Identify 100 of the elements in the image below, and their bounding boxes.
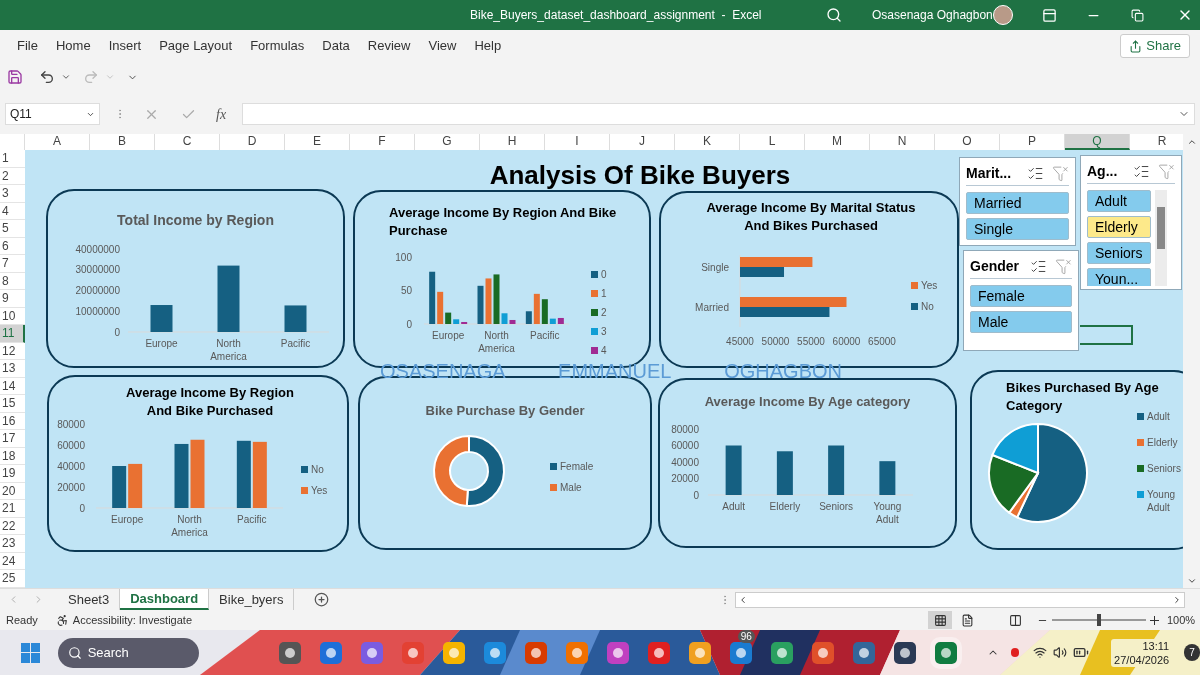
- scrollbar[interactable]: [1155, 190, 1167, 286]
- multi-select-icon[interactable]: [1133, 163, 1150, 180]
- horizontal-scrollbar[interactable]: [735, 591, 1186, 608]
- search-field[interactable]: Search: [57, 637, 199, 668]
- bar: [128, 463, 143, 508]
- legend-label: Male: [560, 481, 582, 494]
- ribbon-tab[interactable]: File: [8, 32, 47, 60]
- slicer-item[interactable]: Elderly: [1087, 216, 1151, 238]
- status-text: Ready: [6, 612, 38, 628]
- accessibility-status[interactable]: Accessibility: Investigate: [72, 611, 192, 629]
- multi-select-icon[interactable]: [1027, 165, 1044, 182]
- sheet-tab[interactable]: Dashboard: [120, 589, 210, 610]
- ribbon-tab[interactable]: Page Layout: [150, 32, 242, 60]
- slicer-item[interactable]: Single: [966, 218, 1069, 240]
- axis-tick-label: 20000: [671, 473, 699, 484]
- ribbon-tab[interactable]: Help: [465, 32, 511, 60]
- share-icon: [1129, 39, 1143, 53]
- legend-label: 3: [601, 325, 607, 338]
- axis-tick-label: 0: [114, 326, 120, 338]
- axis-tick-label: 10000000: [75, 305, 120, 317]
- row-header[interactable]: 11: [0, 325, 25, 343]
- wifi-icon[interactable]: [1033, 645, 1048, 660]
- ribbon-tab[interactable]: Formulas: [241, 32, 314, 60]
- axis-tick-label: 60000: [671, 440, 699, 451]
- ribbon-tab[interactable]: View: [419, 32, 466, 60]
- category-label: Elderly: [769, 501, 801, 512]
- category-label: Adult: [722, 501, 745, 512]
- zoom-level[interactable]: 100%: [1167, 611, 1196, 629]
- column-header[interactable]: Q: [1065, 134, 1130, 150]
- legend-label: Adult: [1147, 410, 1171, 423]
- user-name[interactable]: Osasenaga Oghagbon: [872, 6, 993, 24]
- slicer-title: Marit...: [966, 164, 1012, 183]
- bar: [190, 439, 205, 508]
- save-icon[interactable]: [7, 69, 23, 85]
- ribbon-tab[interactable]: Home: [46, 32, 100, 60]
- ribbon-tab[interactable]: Insert: [99, 32, 151, 60]
- axis-tick-label: 80000: [57, 418, 85, 430]
- add-sheet-icon[interactable]: [314, 592, 330, 607]
- insert-function-button[interactable]: fx: [216, 103, 227, 125]
- ribbon-display-icon[interactable]: [1042, 7, 1057, 23]
- name-box[interactable]: Q11: [5, 103, 100, 125]
- legend-label: Young Adult: [1147, 488, 1176, 514]
- zoom-slider-thumb[interactable]: [1097, 614, 1101, 626]
- bar: [252, 441, 267, 508]
- axis-tick-label: 0: [79, 502, 85, 514]
- bar: [236, 440, 251, 508]
- axis-tick-label: 20000: [57, 481, 85, 493]
- slicer-item[interactable]: Male: [970, 311, 1072, 333]
- normal-view-button[interactable]: [928, 611, 952, 629]
- slicer-item[interactable]: Female: [970, 285, 1072, 307]
- chart-title: Bikes Purchased By Age Category: [1006, 379, 1159, 413]
- accessibility-icon[interactable]: [55, 613, 69, 627]
- axis-tick-label: 55000: [797, 336, 825, 347]
- chart-title: Bike Purchase By Gender: [424, 402, 586, 420]
- multi-select-icon[interactable]: [1030, 258, 1047, 275]
- scroll-down-icon[interactable]: [1186, 576, 1197, 586]
- legend-label: Yes: [921, 279, 938, 292]
- restore-icon[interactable]: [1131, 8, 1144, 22]
- volume-icon[interactable]: [1053, 645, 1068, 660]
- category-label: North America: [210, 338, 247, 362]
- bar: [879, 461, 896, 495]
- selected-cell[interactable]: [1080, 325, 1133, 345]
- formula-input[interactable]: [242, 103, 1195, 125]
- category-label: Young Adult: [873, 501, 902, 525]
- category-label: Single: [701, 261, 729, 273]
- record-icon[interactable]: [1010, 648, 1020, 657]
- sheet-tab[interactable]: Bike_byers: [209, 589, 295, 610]
- axis-tick-label: 50000: [761, 336, 790, 347]
- slicer-item[interactable]: Adult: [1087, 190, 1151, 212]
- share-button[interactable]: Share: [1120, 34, 1190, 58]
- axis-tick-label: 45000: [726, 336, 754, 347]
- legend-label: Elderly: [1147, 436, 1179, 449]
- legend-label: 2: [601, 306, 607, 319]
- axis-tick-label: 40000: [57, 460, 85, 472]
- scroll-up-icon[interactable]: [1186, 137, 1197, 147]
- page-layout-icon[interactable]: [961, 613, 974, 627]
- axis-tick-label: 40000000: [75, 243, 120, 255]
- slicer-item[interactable]: Married: [966, 192, 1069, 214]
- avatar-icon[interactable]: [993, 5, 1013, 25]
- category-label: Europe: [111, 514, 144, 525]
- axis-tick-label: 50: [400, 285, 412, 296]
- slicer-item[interactable]: Youn...: [1087, 268, 1151, 286]
- zoom-in-icon[interactable]: [1150, 615, 1159, 625]
- legend-label: Seniors: [1147, 462, 1182, 475]
- ribbon-tab[interactable]: Data: [313, 32, 359, 60]
- caret-icon[interactable]: [61, 72, 71, 82]
- bar: [217, 265, 240, 332]
- axis-tick-label: 30000000: [75, 264, 120, 276]
- undo-icon[interactable]: [39, 69, 55, 85]
- bar: [174, 443, 189, 508]
- windows-logo-icon[interactable]: [21, 642, 40, 663]
- legend-label: Yes: [311, 484, 328, 497]
- ribbon-tab[interactable]: Review: [358, 32, 420, 60]
- slicer-item[interactable]: Seniors: [1087, 242, 1151, 264]
- page-break-icon[interactable]: [1009, 613, 1022, 627]
- chart-title: Average Income By Marital Status And Bikes Purchased: [705, 199, 917, 235]
- chart-title: Average Income By Region And Bike Purchased: [125, 384, 295, 420]
- bar: [828, 445, 845, 495]
- axis-tick-label: 0: [406, 318, 412, 330]
- search-icon[interactable]: [826, 7, 842, 23]
